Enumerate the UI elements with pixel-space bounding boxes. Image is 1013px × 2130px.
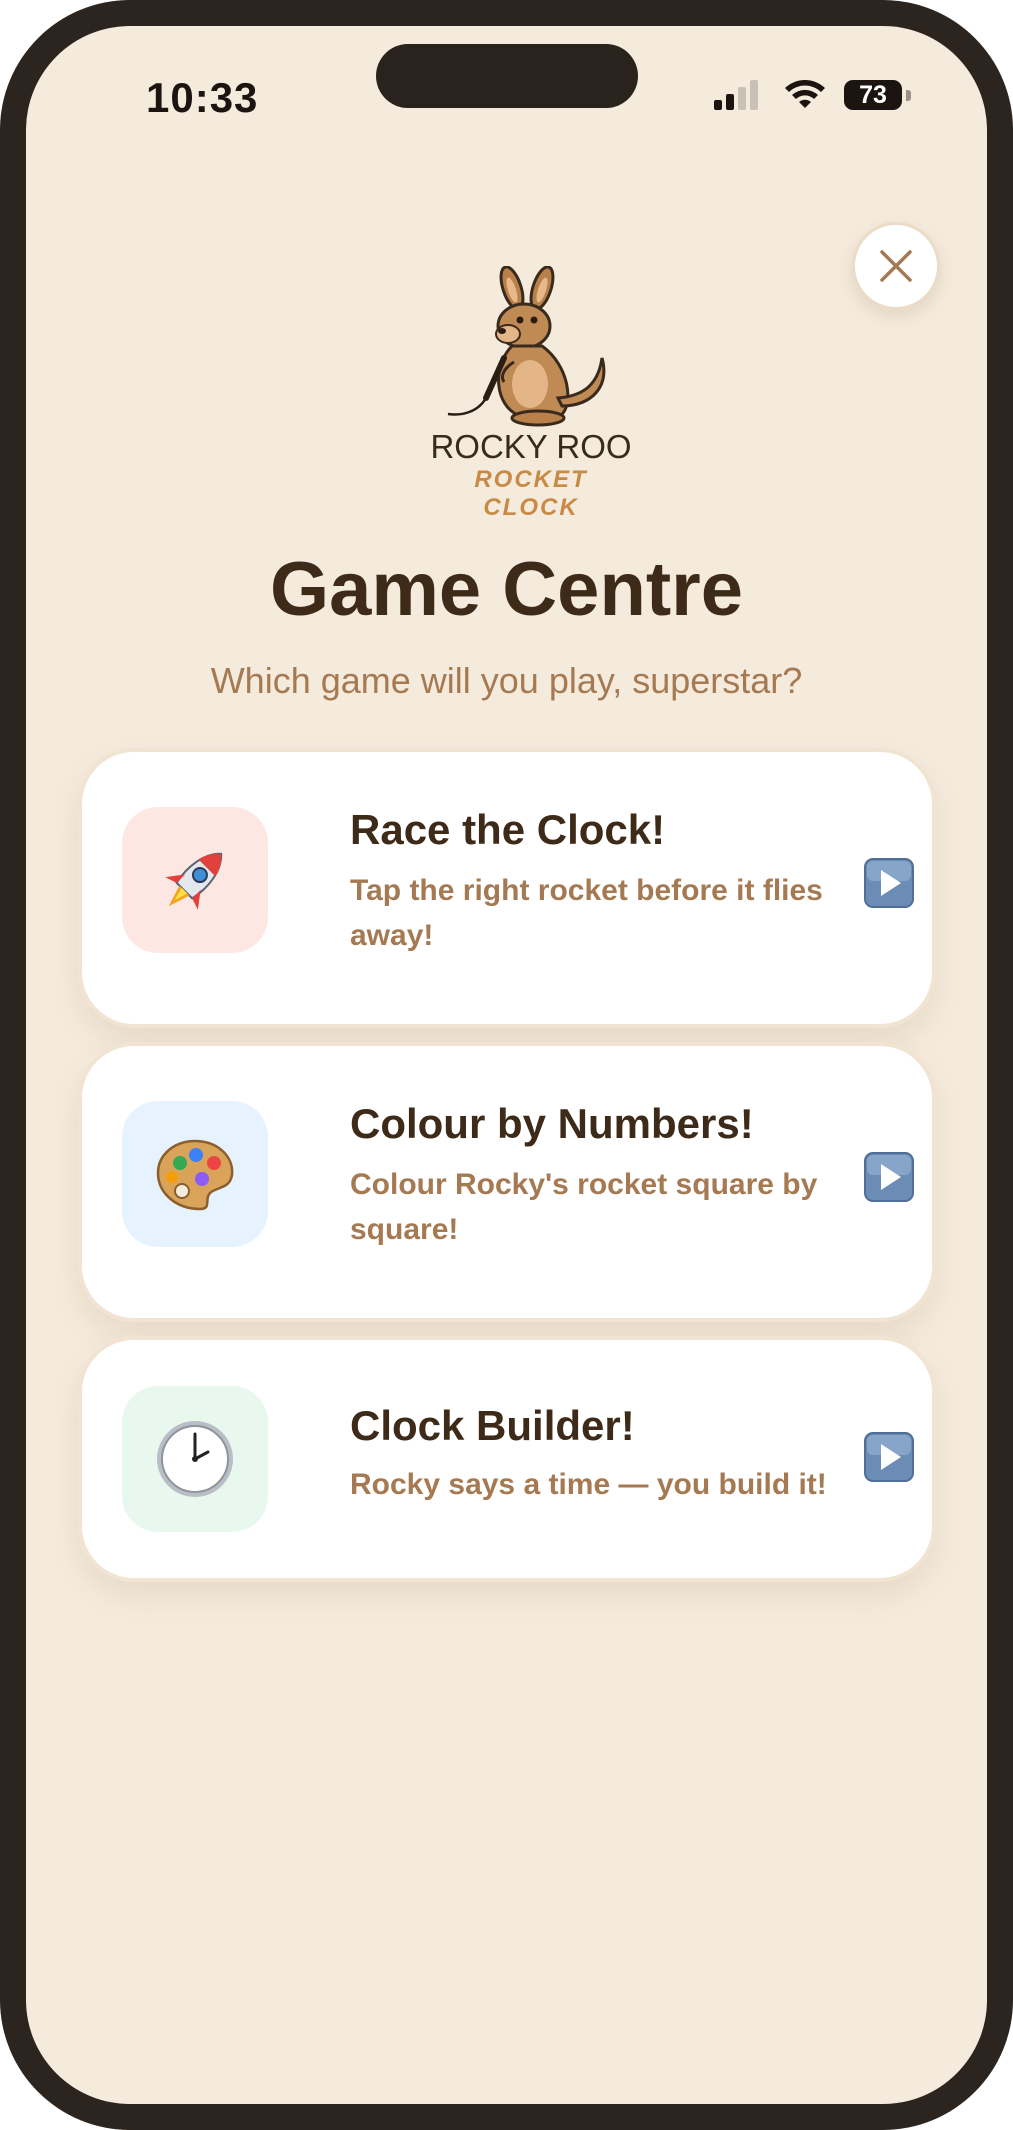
status-icons: 73 xyxy=(714,76,934,116)
rocket-icon xyxy=(165,852,223,910)
wifi-icon xyxy=(785,80,825,108)
screen: 10:33 73 ROCKY ROO ROCKET CLOCK Game Cen… xyxy=(26,26,987,2104)
play-button-icon[interactable] xyxy=(864,858,914,908)
page-title: Game Centre xyxy=(269,547,744,632)
game-icon-tile xyxy=(122,1386,268,1532)
play-button-icon[interactable] xyxy=(864,1432,914,1482)
palette-icon xyxy=(156,1139,234,1211)
status-time: 10:33 xyxy=(146,74,259,121)
game-card-race-the-clock[interactable]: Race the Clock! Tap the right rocket bef… xyxy=(78,748,936,1028)
kangaroo-mascot-icon xyxy=(447,266,606,427)
game-description: Rocky says a time — you build it! xyxy=(350,1468,827,1501)
game-title: Race the Clock! xyxy=(350,806,666,853)
game-title: Clock Builder! xyxy=(350,1402,635,1449)
clock-icon xyxy=(157,1421,233,1497)
page-subtitle: Which game will you play, superstar? xyxy=(210,660,803,701)
dynamic-island xyxy=(376,44,638,108)
game-title: Colour by Numbers! xyxy=(350,1100,754,1147)
game-icon-tile xyxy=(122,1101,268,1247)
battery-cap xyxy=(906,90,911,101)
game-description: Tap the right rocket before it flies awa… xyxy=(350,874,823,952)
play-button-icon[interactable] xyxy=(864,1152,914,1202)
phone-frame: 10:33 73 ROCKY ROO ROCKET CLOCK Game Cen… xyxy=(0,0,1013,2130)
logo-tagline: ROCKET CLOCK xyxy=(474,466,588,521)
logo-wordmark: ROCKY ROO xyxy=(430,428,632,465)
game-card-clock-builder[interactable]: Clock Builder! Rocky says a time — you b… xyxy=(78,1336,936,1582)
game-icon-tile xyxy=(122,807,268,953)
app-logo: ROCKY ROO ROCKET CLOCK xyxy=(426,266,636,521)
game-description: Colour Rocky's rocket square by square! xyxy=(350,1168,818,1246)
battery-indicator: 73 xyxy=(844,80,902,110)
cellular-signal-icon xyxy=(714,80,758,110)
close-icon xyxy=(880,250,912,282)
game-card-colour-by-numbers[interactable]: Colour by Numbers! Colour Rocky's rocket… xyxy=(78,1042,936,1322)
close-button[interactable] xyxy=(852,222,940,310)
